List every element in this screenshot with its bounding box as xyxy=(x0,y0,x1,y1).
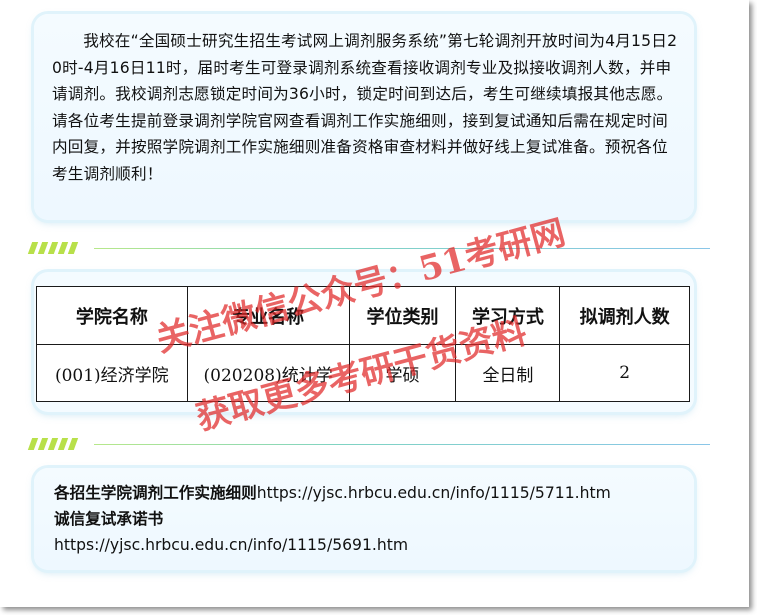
links-block: 各招生学院调剂工作实施细则https://yjsc.hrbcu.edu.cn/i… xyxy=(54,480,684,558)
divider-slash-decoration xyxy=(27,242,79,254)
cell-study-mode: 全日制 xyxy=(455,344,561,402)
rule-label: 各招生学院调剂工作实施细则 xyxy=(54,484,257,502)
rule-link-row: 各招生学院调剂工作实施细则https://yjsc.hrbcu.edu.cn/i… xyxy=(54,480,684,506)
pledge-label: 诚信复试承诺书 xyxy=(54,510,164,528)
cell-degree-type: 学硕 xyxy=(348,344,457,402)
header-major: 专业名称 xyxy=(186,286,350,345)
notice-paragraph: 我校在“全国硕士研究生招生考试网上调剂服务系统”第七轮调剂开放时间为4月15日2… xyxy=(52,32,678,183)
section-divider xyxy=(27,438,710,452)
header-quota: 拟调剂人数 xyxy=(559,286,690,345)
table-row: (001)经济学院 (020208)统计学 学硕 全日制 2 xyxy=(36,344,690,402)
header-study-mode: 学习方式 xyxy=(455,286,561,345)
header-college: 学院名称 xyxy=(36,286,188,345)
adjustment-table: 学院名称 专业名称 学位类别 学习方式 拟调剂人数 (001)经济学院 (020… xyxy=(36,286,690,402)
cell-college: (001)经济学院 xyxy=(36,344,188,402)
cell-major: (020208)统计学 xyxy=(186,344,350,402)
rule-url-link[interactable]: https://yjsc.hrbcu.edu.cn/info/1115/5711… xyxy=(257,484,611,502)
cell-quota: 2 xyxy=(559,344,690,402)
pledge-url-link[interactable]: https://yjsc.hrbcu.edu.cn/info/1115/5691… xyxy=(54,532,684,558)
pledge-label-row: 诚信复试承诺书 xyxy=(54,506,684,532)
divider-slash-decoration xyxy=(27,438,79,450)
table-header-row: 学院名称 专业名称 学位类别 学习方式 拟调剂人数 xyxy=(36,286,690,345)
section-divider xyxy=(27,242,710,256)
header-degree-type: 学位类别 xyxy=(348,286,457,345)
